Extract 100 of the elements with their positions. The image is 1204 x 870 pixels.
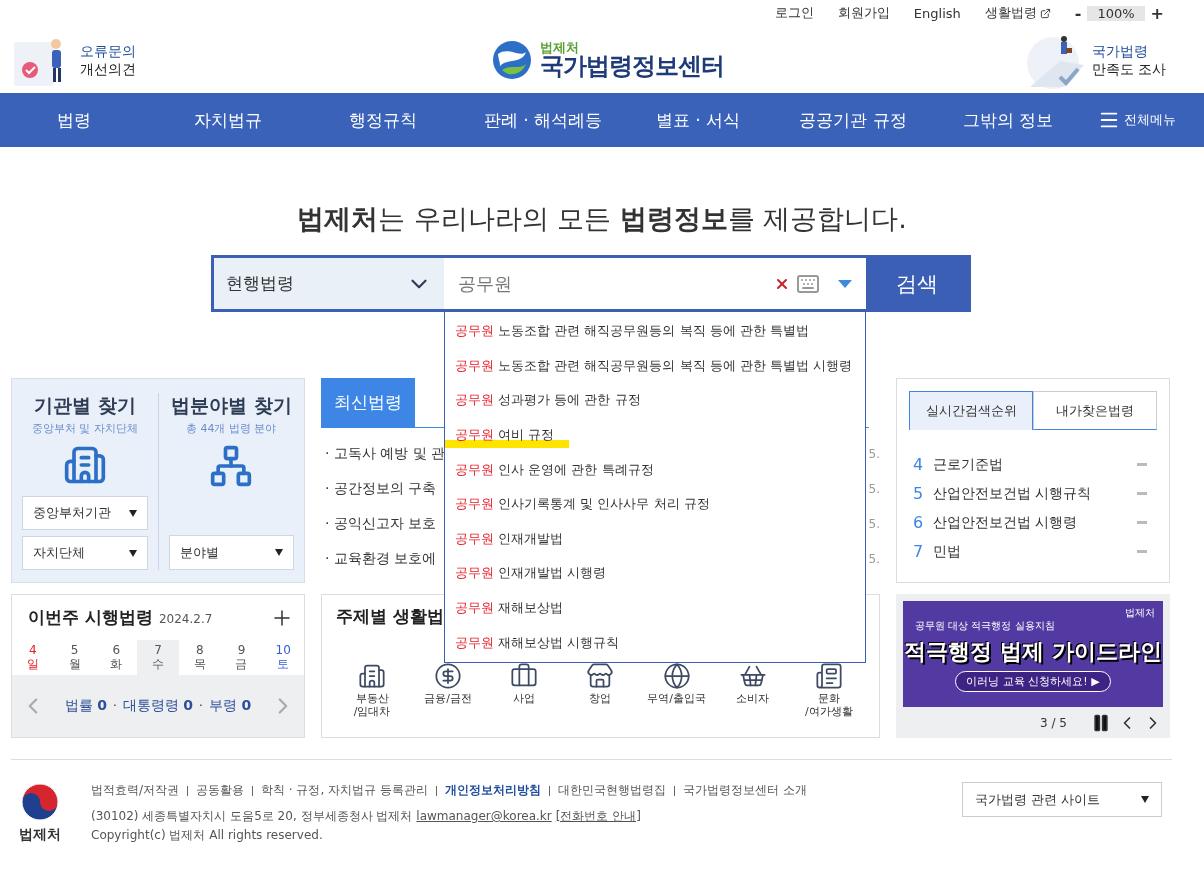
- news-item[interactable]: · 교육환경 보호에: [325, 549, 437, 568]
- nav-item[interactable]: 법령: [0, 108, 148, 132]
- news-item[interactable]: · 고독사 예방 및 관: [325, 444, 446, 463]
- finder-title: 기관별 찾기: [33, 393, 136, 418]
- zoom-in-button[interactable]: +: [1150, 3, 1164, 23]
- news-date: 5.: [868, 516, 880, 531]
- suggestion-item[interactable]: 공무원 노동조합 관련 해직공무원등의 복직 등에 관한 특별법: [445, 314, 865, 349]
- suggestion-item[interactable]: 공무원 재해보상법 시행규칙: [445, 625, 865, 660]
- nav-item[interactable]: 별표 · 서식: [628, 108, 768, 132]
- dropdown-icon: [128, 549, 137, 557]
- footer-address: (30102) 세종특별자치시 도움5로 20, 정부세종청사 법제처: [91, 809, 413, 823]
- news-date: 5.: [868, 551, 880, 566]
- footer-link[interactable]: 법적효력/저작권: [91, 782, 180, 799]
- news-item[interactable]: · 공익신고자 보호: [325, 514, 437, 533]
- topic-label[interactable]: 금융/금전: [424, 692, 472, 705]
- banner-org: 법제처: [1125, 606, 1155, 620]
- emblem-icon: [20, 782, 60, 822]
- util-link[interactable]: English: [913, 5, 961, 21]
- suggestion-item[interactable]: 공무원 재해보상법: [445, 590, 865, 626]
- feedback-label[interactable]: 개선의견: [80, 59, 136, 78]
- news-tab[interactable]: 최신법령: [321, 378, 415, 427]
- copyright: Copyright(c) 법제처 All rights reserved.: [91, 827, 324, 844]
- calendar-day[interactable]: 7 수: [137, 640, 179, 675]
- footer-link[interactable]: 개인정보처리방침: [444, 782, 541, 799]
- rank-law[interactable]: 산업안전보건법 시행규칙: [933, 484, 1127, 503]
- dropdown-icon: [275, 549, 283, 556]
- topic-label[interactable]: 사업: [513, 692, 536, 705]
- nav-item[interactable]: 그밖의 정보: [938, 108, 1078, 132]
- suggestion-item[interactable]: 공무원 인사기록통계 및 인사사무 처리 규정: [445, 486, 865, 522]
- search-button[interactable]: 검색: [866, 258, 968, 309]
- money-bag-icon[interactable]: [434, 662, 463, 690]
- suggestion-item[interactable]: 공무원 성과평가 등에 관한 규정: [445, 383, 865, 418]
- util-link[interactable]: 생활법령: [984, 4, 1051, 22]
- footer-link[interactable]: 대한민국현행법령집: [557, 782, 666, 799]
- news-date: 5.: [868, 446, 880, 461]
- rank-number: 7: [913, 542, 923, 561]
- site-select[interactable]: 국가법령 관련 사이트: [962, 782, 1162, 817]
- feedback-label[interactable]: 오류문의: [80, 41, 136, 60]
- all-menu-button[interactable]: 전체메뉴: [1098, 109, 1176, 131]
- promo-banner[interactable]: 법제처 공무원 대상 적극행정 실용지침 적극행정 법제 가이드라인 이러닝 교육 신청하세요! ▶: [903, 601, 1163, 707]
- util-link[interactable]: 회원가입: [837, 4, 890, 22]
- logo-title[interactable]: 국가법령정보센터: [539, 54, 724, 78]
- news-date: 5.: [868, 481, 880, 496]
- suggestion-item[interactable]: 공무원 노동조합 관련 해직공무원등의 복직 등에 관한 특별법 시행령: [445, 348, 865, 384]
- org-chart-icon: [209, 444, 254, 488]
- topic-label[interactable]: 문화 /여가생활: [805, 692, 853, 718]
- logo-icon: [491, 39, 532, 80]
- caret-icon[interactable]: [838, 279, 852, 288]
- dropdown-icon: [128, 509, 137, 517]
- rank-law[interactable]: 산업안전보건법 시행령: [933, 513, 1127, 532]
- nav-item[interactable]: 판례 · 해석례등: [458, 108, 628, 132]
- no-change-icon: [1137, 550, 1147, 553]
- suggestion-item[interactable]: 공무원 인재개발법: [445, 521, 865, 557]
- topic-label[interactable]: 창업: [589, 692, 612, 705]
- finder-subtitle: 중앙부처 및 자치단체: [31, 421, 138, 436]
- banner-cta[interactable]: 이러닝 교육 신청하세요! ▶: [955, 671, 1111, 692]
- footer-link[interactable]: 학칙 · 규정, 자치법규 등록관리: [261, 782, 428, 799]
- law-count: 대통령령 0: [122, 697, 194, 715]
- finder-select[interactable]: 중앙부처기관: [22, 496, 148, 531]
- suggestion-item[interactable]: 공무원 여비 규정: [445, 417, 865, 453]
- finder-subtitle: 총 44개 법령 분야: [186, 421, 277, 436]
- hero-headline: 법제처는 우리나라의 모든 법령정보를 제공합니다.: [297, 203, 907, 234]
- topic-label[interactable]: 부동산 /임대차: [353, 692, 391, 718]
- globe-icon[interactable]: [662, 662, 691, 690]
- dropdown-icon: [1141, 796, 1149, 803]
- phone-link[interactable]: [전화번호 안내]: [555, 809, 641, 823]
- nav-item[interactable]: 공공기관 규정: [768, 108, 938, 132]
- ranking-tab[interactable]: 실시간검색순위: [909, 391, 1033, 430]
- building-icon[interactable]: [358, 662, 386, 690]
- rank-number: 4: [913, 455, 923, 474]
- survey-label[interactable]: 국가법령: [1091, 41, 1166, 60]
- no-change-icon: [1137, 463, 1147, 466]
- topic-label[interactable]: 무역/출입국: [647, 692, 706, 705]
- topics-title: 주제별 생활법: [336, 605, 444, 628]
- newspaper-icon[interactable]: [814, 662, 843, 690]
- finder-select[interactable]: 분야별: [168, 535, 294, 570]
- pause-icon[interactable]: [1091, 713, 1111, 733]
- rank-law[interactable]: 민법: [933, 542, 1127, 561]
- util-link[interactable]: 로그인: [774, 4, 814, 22]
- rank-number: 6: [913, 513, 923, 532]
- weekly-title: 이번주 시행법령 2024.2.7: [28, 606, 213, 629]
- suggestion-item[interactable]: 공무원 인사 운영에 관한 특례규정: [445, 452, 865, 487]
- no-change-icon: [1137, 521, 1147, 524]
- rank-law[interactable]: 근로기준법: [933, 455, 1127, 474]
- footer-link[interactable]: 국가법령정보센터 소개: [682, 782, 807, 799]
- email-link[interactable]: lawmanager@korea.kr: [416, 809, 552, 823]
- news-item[interactable]: · 공간정보의 구축: [325, 479, 437, 498]
- finder-select[interactable]: 자치단체: [22, 536, 148, 570]
- ranking-tab[interactable]: 내가찾은법령: [1033, 391, 1157, 430]
- nav-item[interactable]: 자치법규: [148, 108, 308, 132]
- zoom-out-button[interactable]: -: [1074, 3, 1082, 23]
- nav-item[interactable]: 행정규칙: [308, 108, 458, 132]
- suggestion-item[interactable]: 공무원 인재개발법 시행령: [445, 556, 865, 591]
- separator-dot: ·: [199, 699, 203, 713]
- no-change-icon: [1137, 492, 1147, 495]
- scope-select[interactable]: 현행법령: [214, 258, 444, 309]
- topic-label[interactable]: 소비자: [736, 692, 770, 705]
- store-icon[interactable]: [586, 662, 615, 690]
- footer-link[interactable]: 공동활용: [196, 782, 245, 799]
- survey-label[interactable]: 만족도 조사: [1091, 59, 1166, 78]
